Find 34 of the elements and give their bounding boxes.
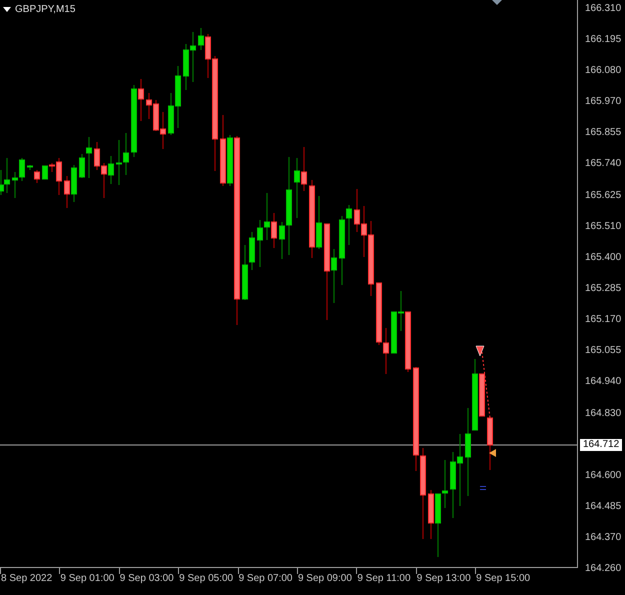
time-axis-label: 9 Sep 15:00: [476, 572, 532, 584]
price-axis-label: 166.080: [585, 66, 622, 76]
time-axis-label: 8 Sep 2022: [1, 572, 54, 584]
time-axis-label: 9 Sep 11:00: [357, 572, 412, 584]
time-axis-label: 9 Sep 07:00: [238, 572, 294, 584]
dropdown-triangle-icon[interactable]: [3, 6, 11, 12]
price-axis-label: 165.855: [585, 128, 622, 138]
price-axis-label: 165.970: [585, 97, 622, 108]
current-price-label: 164.712: [580, 438, 622, 451]
price-axis-label: 165.625: [585, 190, 622, 201]
price-axis-label: 164.830: [585, 408, 622, 419]
price-axis-label: 164.485: [585, 502, 622, 512]
price-axis-label: 164.370: [585, 533, 622, 544]
time-axis-label: 9 Sep 05:00: [179, 572, 234, 584]
price-axis-label: 164.260: [585, 564, 622, 574]
triangle-marker-icon: [489, 449, 496, 457]
chart-symbol-title: GBPJPY,M15: [15, 3, 76, 17]
price-axis-label: 165.170: [585, 315, 622, 326]
time-axis-label: 9 Sep 13:00: [416, 572, 472, 584]
price-axis-label: 165.510: [585, 222, 622, 232]
price-axis-label: 165.400: [585, 252, 622, 263]
price-axis-label: 164.940: [585, 377, 622, 388]
trade-line: [482, 352, 490, 418]
time-axis-label: 9 Sep 09:00: [298, 572, 353, 584]
time-axis-label: 9 Sep 03:00: [120, 572, 175, 584]
price-axis-label: 165.740: [585, 159, 622, 170]
level-marker-icon: [480, 486, 486, 490]
price-axis-label: 164.600: [585, 470, 622, 481]
price-axis-label: 166.195: [585, 34, 622, 45]
price-axis-label: 165.285: [585, 284, 622, 294]
price-axis-label: 166.310: [585, 4, 622, 14]
sell-arrow-icon: [476, 346, 484, 356]
time-axis-label: 9 Sep 01:00: [60, 572, 116, 584]
price-axis-label: 165.055: [585, 346, 622, 356]
